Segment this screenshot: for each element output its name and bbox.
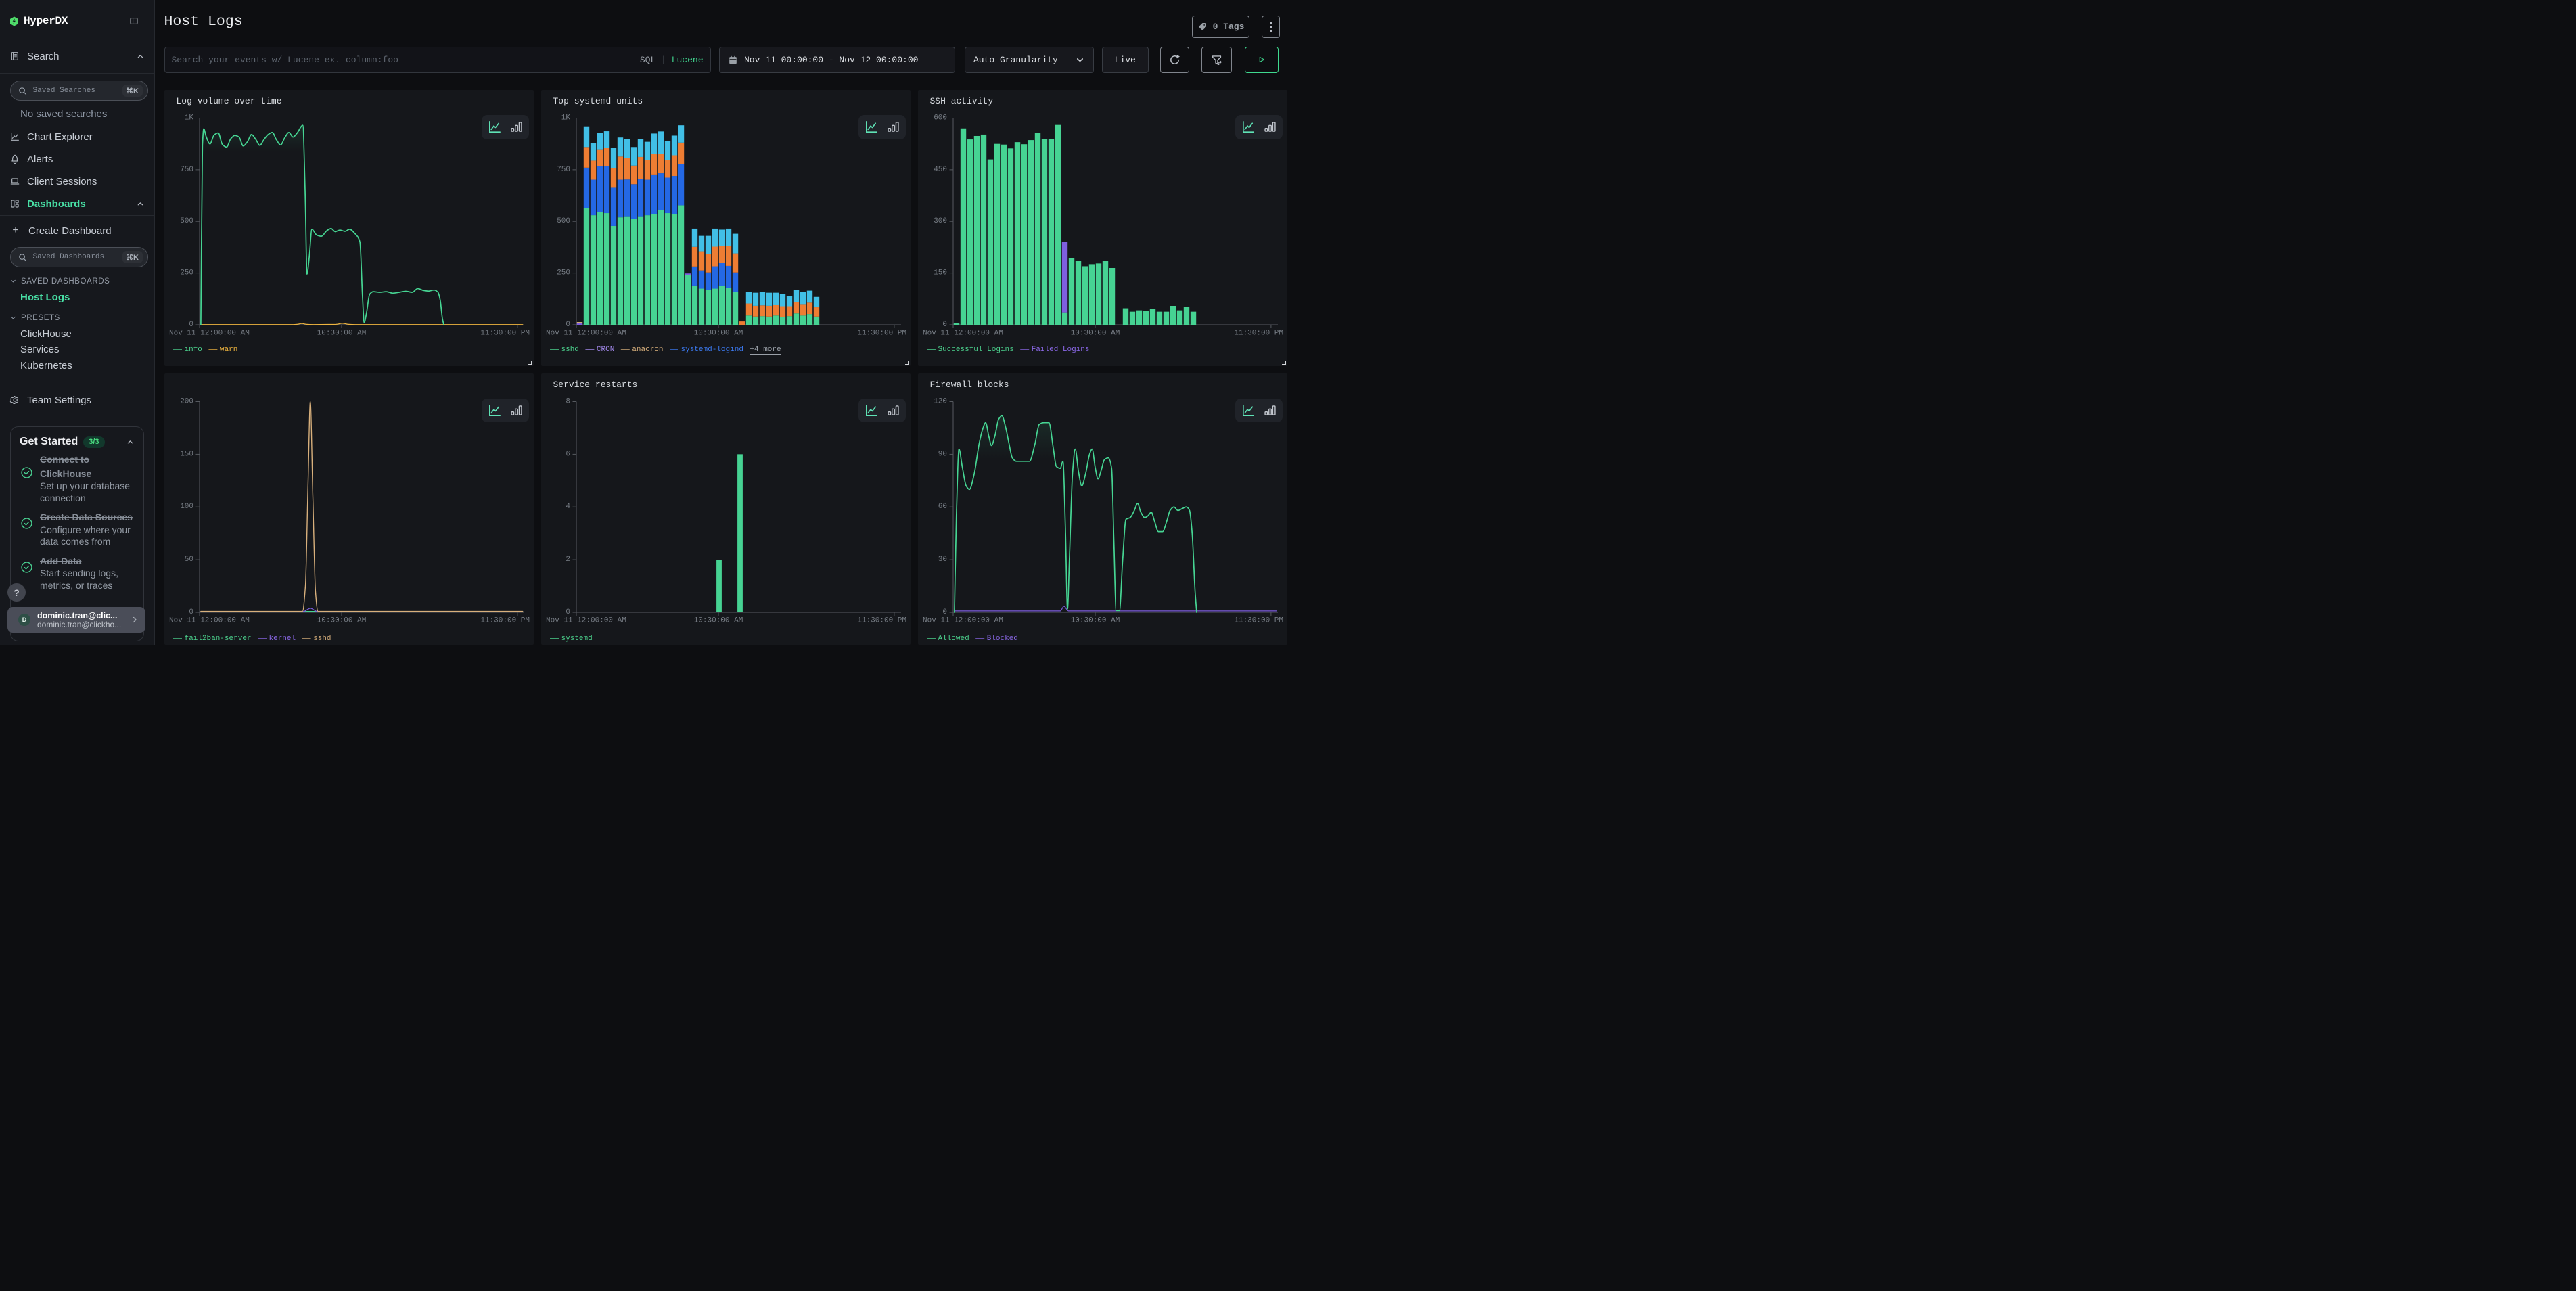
svg-text:Nov 11 12:00:00 AM: Nov 11 12:00:00 AM <box>923 616 1003 625</box>
svg-text:250: 250 <box>557 269 570 277</box>
svg-text:0: 0 <box>566 321 570 329</box>
svg-text:750: 750 <box>180 166 193 174</box>
svg-text:Nov 11 12:00:00 AM: Nov 11 12:00:00 AM <box>169 616 250 625</box>
svg-text:10:30:00 AM: 10:30:00 AM <box>1070 330 1120 338</box>
svg-text:120: 120 <box>934 397 947 405</box>
svg-text:600: 600 <box>934 114 947 122</box>
svg-text:10:30:00 AM: 10:30:00 AM <box>317 616 366 625</box>
svg-text:11:30:00 PM: 11:30:00 PM <box>857 330 906 338</box>
svg-text:8: 8 <box>566 397 570 405</box>
svg-text:sshd: sshd <box>313 635 331 643</box>
svg-text:150: 150 <box>180 450 193 458</box>
svg-text:10:30:00 AM: 10:30:00 AM <box>1070 616 1120 625</box>
svg-text:60: 60 <box>938 503 946 511</box>
svg-text:2: 2 <box>566 556 570 564</box>
svg-text:Nov 11 12:00:00 AM: Nov 11 12:00:00 AM <box>546 330 626 338</box>
svg-text:CRON: CRON <box>596 346 614 354</box>
svg-text:300: 300 <box>934 217 947 225</box>
svg-text:Nov 11 12:00:00 AM: Nov 11 12:00:00 AM <box>923 330 1003 338</box>
svg-text:fail2ban-server: fail2ban-server <box>184 635 251 643</box>
svg-text:150: 150 <box>934 269 947 277</box>
svg-text:10:30:00 AM: 10:30:00 AM <box>693 616 743 625</box>
svg-text:kernel: kernel <box>269 635 296 643</box>
svg-text:systemd-logind: systemd-logind <box>681 346 743 354</box>
svg-text:anacron: anacron <box>632 346 663 354</box>
svg-text:750: 750 <box>557 166 570 174</box>
svg-text:11:30:00 PM: 11:30:00 PM <box>1234 330 1283 338</box>
svg-text:90: 90 <box>938 450 946 458</box>
svg-text:warn: warn <box>219 346 237 354</box>
svg-text:11:30:00 PM: 11:30:00 PM <box>1234 616 1283 625</box>
svg-text:Allowed: Allowed <box>938 635 969 643</box>
svg-text:4: 4 <box>566 503 570 511</box>
svg-text:Blocked: Blocked <box>986 635 1017 643</box>
svg-text:6: 6 <box>566 450 570 458</box>
svg-text:50: 50 <box>184 556 193 564</box>
svg-text:0: 0 <box>566 608 570 616</box>
svg-text:Successful Logins: Successful Logins <box>938 346 1013 354</box>
svg-text:sshd: sshd <box>561 346 578 354</box>
svg-text:500: 500 <box>557 217 570 225</box>
svg-text:450: 450 <box>934 166 947 174</box>
svg-text:11:30:00 PM: 11:30:00 PM <box>480 616 530 625</box>
svg-text:1K: 1K <box>561 114 570 122</box>
svg-text:11:30:00 PM: 11:30:00 PM <box>857 616 906 625</box>
svg-text:1K: 1K <box>184 114 193 122</box>
svg-text:Nov 11 12:00:00 AM: Nov 11 12:00:00 AM <box>546 616 626 625</box>
svg-text:30: 30 <box>938 556 946 564</box>
svg-text:0: 0 <box>942 608 947 616</box>
svg-text:200: 200 <box>180 397 193 405</box>
svg-text:100: 100 <box>180 503 193 511</box>
svg-text:0: 0 <box>189 321 193 329</box>
svg-text:+4 more: +4 more <box>750 346 781 354</box>
svg-text:500: 500 <box>180 217 193 225</box>
svg-text:11:30:00 PM: 11:30:00 PM <box>480 330 530 338</box>
svg-text:Failed Logins: Failed Logins <box>1031 346 1089 354</box>
svg-text:250: 250 <box>180 269 193 277</box>
svg-text:10:30:00 AM: 10:30:00 AM <box>317 330 366 338</box>
svg-text:info: info <box>184 346 202 354</box>
svg-text:0: 0 <box>942 321 947 329</box>
svg-text:10:30:00 AM: 10:30:00 AM <box>693 330 743 338</box>
svg-text:0: 0 <box>189 608 193 616</box>
svg-text:systemd: systemd <box>561 635 592 643</box>
svg-text:Nov 11 12:00:00 AM: Nov 11 12:00:00 AM <box>169 330 250 338</box>
